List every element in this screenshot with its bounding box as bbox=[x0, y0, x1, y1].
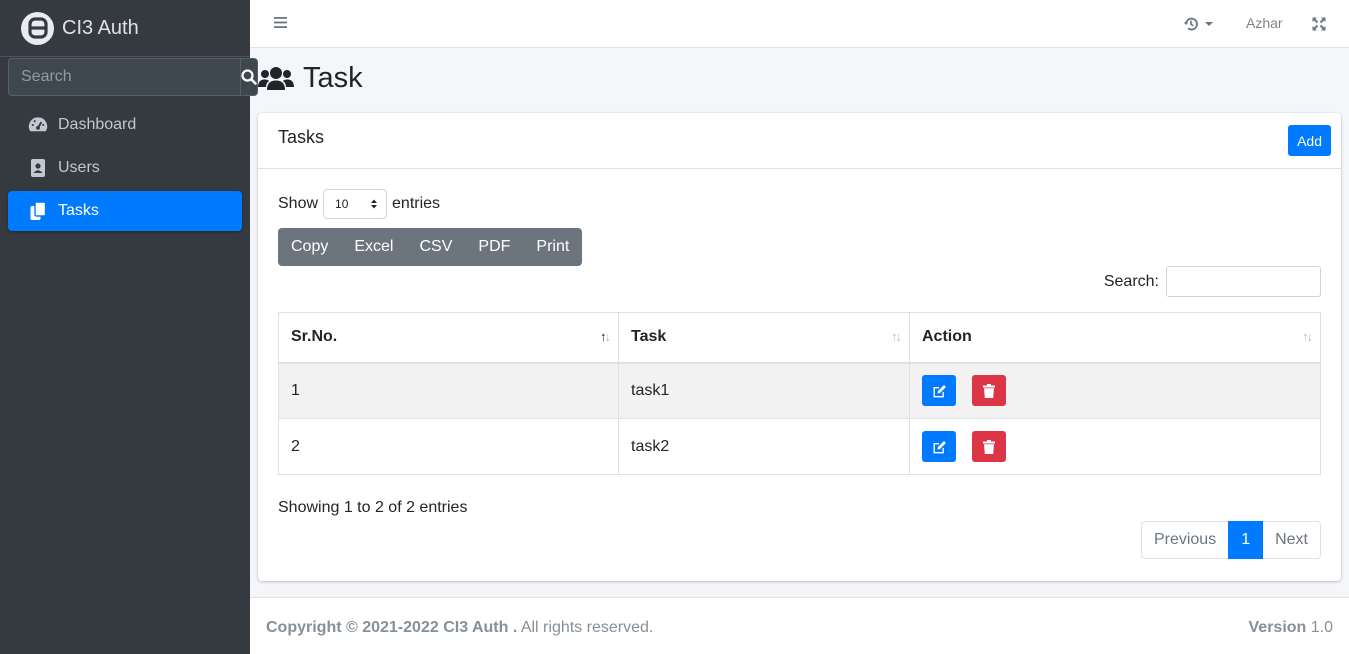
export-button-group: Copy Excel CSV PDF Print bbox=[278, 228, 583, 266]
next-page-button[interactable]: Next bbox=[1262, 521, 1321, 559]
address-book-icon bbox=[28, 158, 48, 178]
column-header-sr-no[interactable]: Sr.No. ↑↓ bbox=[278, 312, 619, 364]
sidebar-search-input[interactable] bbox=[8, 58, 240, 96]
page-length-value: 10 bbox=[335, 197, 349, 211]
page-header: Task bbox=[258, 62, 363, 95]
edit-icon bbox=[933, 384, 946, 398]
column-header-action[interactable]: Action ↑↓ bbox=[909, 312, 1321, 364]
expand-arrows-icon bbox=[1312, 17, 1326, 31]
cell-task: task2 bbox=[618, 418, 910, 475]
table-search-input[interactable] bbox=[1166, 266, 1321, 297]
page-length-select[interactable]: 10 bbox=[323, 189, 388, 219]
copyright-bold: Copyright © 2021-2022 CI3 Auth . bbox=[266, 619, 518, 636]
tasks-card: Tasks Add Show 10 entries Copy Excel CSV… bbox=[258, 113, 1341, 581]
sidebar-item-label: Tasks bbox=[58, 202, 99, 219]
version: Version 1.0 bbox=[1249, 619, 1334, 637]
sidebar-nav: Dashboard Users Tasks bbox=[0, 105, 250, 231]
cell-sr-no: 1 bbox=[278, 362, 619, 419]
column-header-task[interactable]: Task ↑↓ bbox=[618, 312, 910, 364]
bars-icon bbox=[274, 17, 287, 28]
trash-icon bbox=[983, 383, 995, 398]
tasks-table: Sr.No. ↑↓ Task ↑↓ Action ↑↓ 1 task1 2 ta… bbox=[278, 312, 1321, 475]
copyright: Copyright © 2021-2022 CI3 Auth . All rig… bbox=[266, 619, 653, 637]
table-info: Showing 1 to 2 of 2 entries bbox=[278, 499, 468, 516]
show-label: Show bbox=[278, 195, 319, 212]
sidebar-item-users[interactable]: Users bbox=[8, 148, 242, 188]
pagination: Previous 1 Next bbox=[1140, 521, 1321, 559]
sidebar-search bbox=[8, 58, 258, 96]
csv-button[interactable]: CSV bbox=[406, 228, 465, 266]
pdf-button[interactable]: PDF bbox=[465, 228, 523, 266]
column-header-label: Sr.No. bbox=[291, 328, 338, 346]
table-header-row: Sr.No. ↑↓ Task ↑↓ Action ↑↓ bbox=[278, 312, 1321, 364]
user-menu[interactable]: Azhar bbox=[1246, 15, 1283, 31]
top-navbar: Azhar bbox=[250, 0, 1349, 48]
sort-asc-icon: ↑↓ bbox=[600, 329, 611, 344]
history-icon bbox=[1183, 17, 1198, 31]
search-icon bbox=[241, 69, 257, 85]
add-task-button[interactable]: Add bbox=[1288, 125, 1331, 156]
edit-icon bbox=[933, 440, 946, 453]
copy-icon bbox=[28, 201, 48, 221]
version-value: 1.0 bbox=[1306, 619, 1333, 636]
page-button-1[interactable]: 1 bbox=[1228, 521, 1264, 559]
cell-sr-no: 2 bbox=[278, 418, 619, 475]
trash-icon bbox=[983, 439, 995, 454]
search-label: Search: bbox=[1103, 272, 1159, 290]
history-dropdown[interactable] bbox=[1183, 16, 1214, 32]
version-label: Version bbox=[1248, 619, 1307, 636]
footer: Copyright © 2021-2022 CI3 Auth . All rig… bbox=[250, 597, 1349, 654]
edit-button[interactable] bbox=[922, 375, 956, 407]
length-control: Show 10 entries bbox=[278, 189, 440, 219]
copy-button[interactable]: Copy bbox=[278, 228, 341, 266]
sidebar-item-label: Users bbox=[58, 159, 100, 176]
sort-icon: ↑↓ bbox=[891, 329, 902, 344]
column-header-label: Task bbox=[631, 328, 667, 346]
previous-page-button[interactable]: Previous bbox=[1140, 521, 1230, 559]
fullscreen-button[interactable] bbox=[1312, 17, 1326, 36]
excel-button[interactable]: Excel bbox=[341, 228, 406, 266]
brand-logo-icon bbox=[21, 11, 54, 45]
column-header-label: Action bbox=[922, 328, 972, 346]
copyright-rest: All rights reserved. bbox=[517, 619, 654, 636]
delete-button[interactable] bbox=[972, 375, 1006, 407]
sidebar-search-button[interactable] bbox=[240, 58, 258, 96]
card-header: Tasks Add bbox=[258, 113, 1341, 169]
sort-icon: ↑↓ bbox=[1302, 329, 1313, 344]
brand-link[interactable]: CI3 Auth bbox=[0, 0, 250, 57]
table-row: 1 task1 bbox=[278, 362, 1321, 419]
sidebar: CI3 Auth Dashboard Users Tasks bbox=[0, 0, 258, 654]
print-button[interactable]: Print bbox=[523, 228, 582, 266]
sidebar-item-label: Dashboard bbox=[58, 116, 137, 133]
delete-button[interactable] bbox=[972, 431, 1006, 462]
tachometer-icon bbox=[28, 115, 48, 135]
cell-actions bbox=[909, 418, 1321, 475]
card-title: Tasks bbox=[278, 127, 325, 147]
edit-button[interactable] bbox=[922, 431, 956, 462]
brand-name: CI3 Auth bbox=[62, 16, 139, 39]
sort-arrows-icon bbox=[371, 199, 378, 209]
menu-toggle-button[interactable] bbox=[274, 16, 287, 34]
cell-task: task1 bbox=[618, 362, 910, 419]
entries-label: entries bbox=[392, 195, 441, 212]
caret-down-icon bbox=[1205, 22, 1213, 26]
table-row: 2 task2 bbox=[278, 418, 1321, 475]
users-icon bbox=[258, 66, 294, 90]
sidebar-item-tasks[interactable]: Tasks bbox=[8, 191, 242, 231]
cell-actions bbox=[909, 362, 1321, 419]
sidebar-item-dashboard[interactable]: Dashboard bbox=[8, 105, 242, 145]
table-search: Search: bbox=[1104, 266, 1321, 297]
page-title: Task bbox=[303, 62, 363, 94]
